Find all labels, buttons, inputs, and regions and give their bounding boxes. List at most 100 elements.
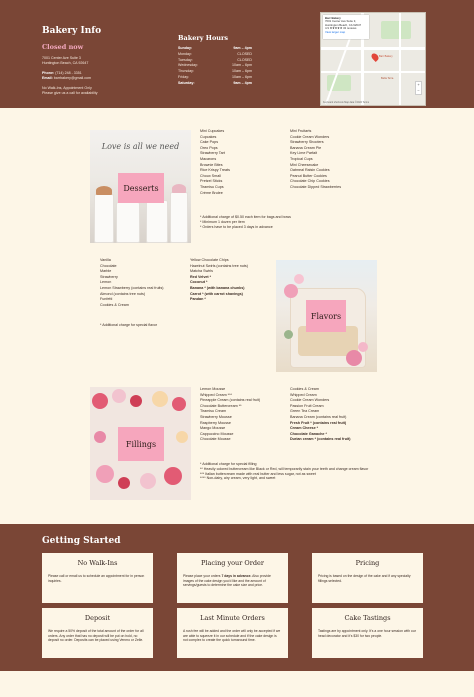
card-body: Tastings are by appointment only. It's a… xyxy=(318,629,416,638)
address-line-2: Huntington Beach, CA 92647 xyxy=(42,61,89,65)
desserts-label: Desserts xyxy=(123,183,159,193)
card-body: Please call or email us to schedule an a… xyxy=(48,574,145,583)
info-card-pricing: Pricing Pricing is based on the design o… xyxy=(312,553,423,603)
hours-time: 9am – 4pm xyxy=(233,80,252,85)
card-title: Pricing xyxy=(355,559,380,567)
flavor-rose xyxy=(358,342,368,352)
filling-rose xyxy=(140,473,156,489)
card-title: Last Minute Orders xyxy=(200,614,265,622)
filling-strawberry xyxy=(92,393,108,409)
card-title: Deposit xyxy=(84,614,111,622)
flavor-rose xyxy=(346,350,362,366)
card-title: Placing your Order xyxy=(201,559,264,567)
desserts-list-2: Mini Fruitarts Cookie Cream Wonders Stra… xyxy=(290,129,341,191)
flavor-leaf xyxy=(284,330,293,339)
info-card-placing-order: Placing your Order Please place your ord… xyxy=(177,553,288,603)
card-body: We require a 50% deposit of the total am… xyxy=(48,629,144,643)
flavors-note: * Additional charge for special flavor xyxy=(100,323,158,327)
dessert-item: Crème Brulee xyxy=(200,190,223,195)
flavor-rose xyxy=(284,284,298,298)
getting-started-section: Getting Started No Walk-Ins Please call … xyxy=(0,524,474,671)
card-body: Pricing is based on the design of the ca… xyxy=(318,574,411,583)
map-zoom-control[interactable]: + − xyxy=(415,81,422,95)
fillings-label-box: Fillings xyxy=(118,427,164,461)
hours-day: Saturday: xyxy=(178,80,195,85)
flavors-label-box: Flavors xyxy=(306,300,346,332)
dessert-pillar xyxy=(94,194,114,243)
dessert-item: Chocolate Dipped Strawberries xyxy=(290,184,342,189)
map-footer: Keyboard shortcuts Map data ©2024 Terms xyxy=(323,101,370,104)
filling-item: Pineapple Cream (contains real fruit) xyxy=(200,398,261,403)
desserts-photo: Love is all we need Desserts xyxy=(90,130,191,243)
email-line: Email: barrbakery@gmail.com xyxy=(42,76,172,81)
desserts-note: * Orders have to be placed 3 days in adv… xyxy=(200,224,273,229)
card-title: No Walk-Ins xyxy=(77,559,118,567)
desserts-notes: * Additional charge of $0.50 each item f… xyxy=(200,215,291,229)
flavor-item: Cookies & Cream xyxy=(100,302,129,307)
card-title: Cake Tastings xyxy=(344,614,391,622)
filling-rose xyxy=(112,389,126,403)
map-park xyxy=(381,21,411,39)
flavors-list-1: Vanilla Chocolate Marble Strawberry Lemo… xyxy=(100,258,164,308)
filling-macaron xyxy=(152,391,168,407)
flavor-item: Lemon Strawberry (contains real fruits) xyxy=(100,285,164,290)
filling-macaron xyxy=(176,431,188,443)
fillings-note: **** Non-dairy, airy cream, very light, … xyxy=(200,476,276,481)
dessert-treat xyxy=(172,184,186,193)
fillings-note: ** Heavily colored buttercream like Blac… xyxy=(200,466,369,471)
view-larger-map-link[interactable]: View larger map xyxy=(325,30,367,34)
filling-strawberry xyxy=(164,467,182,485)
email-label: Email: xyxy=(42,76,53,80)
info-card-no-walk-ins: No Walk-Ins Please call or email us to s… xyxy=(42,553,153,603)
map-road xyxy=(399,13,401,105)
flavors-photo: Flavors xyxy=(276,260,377,372)
dessert-pillar xyxy=(170,192,188,243)
dessert-treat xyxy=(96,186,112,195)
getting-started-title: Getting Started xyxy=(42,536,121,546)
fillings-label: Fillings xyxy=(125,439,157,449)
map-poi-label: Bella Terra xyxy=(381,77,394,80)
desserts-list-1: Mini Cupcakes Cupcakes Cake Pops Oreo Po… xyxy=(200,129,230,196)
filling-rose xyxy=(94,431,106,443)
bakery-info-title: Bakery Info xyxy=(42,26,102,36)
email-address[interactable]: barrbakery@gmail.com xyxy=(54,76,91,80)
flavor-item: Pandan * xyxy=(190,297,206,302)
filling-item: Chocolate Mousse xyxy=(200,437,231,442)
filling-strawberry xyxy=(172,397,186,411)
open-status: Closed now xyxy=(42,43,84,51)
desserts-label-box: Desserts xyxy=(118,173,164,203)
appointment-note-2: Please give us a call for availability xyxy=(42,91,98,95)
dessert-pillar xyxy=(116,202,140,243)
flavor-item: Banana * (with banana chunks) xyxy=(190,285,245,290)
flavors-list-2: Yellow Chocolate Chips Hazelnut Swirls (… xyxy=(190,258,248,303)
fillings-photo: Fillings xyxy=(90,387,191,500)
phone-number[interactable]: (714) 248 - 3351 xyxy=(55,71,82,75)
filling-item: Durian cream * (contains real fruit) xyxy=(290,437,351,442)
dessert-item: Rice Krispy Treats xyxy=(200,168,230,173)
fillings-list-1: Lemon Mousse Whipped Cream *** Pineapple… xyxy=(200,387,260,443)
info-card-deposit: Deposit We require a 50% deposit of the … xyxy=(42,608,153,658)
card-body: Please place your orders 7 days in advan… xyxy=(183,574,282,588)
card-body-emphasis: 7 days in advance. xyxy=(221,574,252,578)
dessert-pillar xyxy=(146,200,168,243)
phone-label: Phone: xyxy=(42,71,55,75)
bakery-hours: Bakery Hours Sunday: 9am – 4pm Monday: CLO… xyxy=(178,34,252,87)
filling-rose xyxy=(96,465,114,483)
filling-strawberry xyxy=(118,477,130,489)
filling-item: Banana Cream (contains real fruit) xyxy=(290,414,347,419)
info-card-cake-tastings: Cake Tastings Tastings are by appointmen… xyxy=(312,608,423,658)
flavor-rose xyxy=(294,274,304,284)
map-pin-label: Barr Bakery xyxy=(379,55,393,58)
bakery-hours-title: Bakery Hours xyxy=(178,34,229,42)
map-info-card: Barr Bakery 7001 Center Ave Suite 3, Hun… xyxy=(323,15,369,39)
fillings-notes: * Additional charge for special filling … xyxy=(200,462,368,481)
location-map[interactable]: Barr Bakery 7001 Center Ave Suite 3, Hun… xyxy=(320,12,426,106)
filling-strawberry xyxy=(130,395,142,407)
fillings-list-2: Cookies & Cream Whipped Cream Cookie Cre… xyxy=(290,387,350,443)
hours-row: Saturday: 9am – 4pm xyxy=(178,81,252,87)
map-road xyxy=(321,47,425,50)
decor-script-text: Love is all we need xyxy=(101,142,180,151)
card-body-text: Please place your orders xyxy=(183,574,222,578)
bakery-info: Bakery Info Closed now 7001 Center Ave S… xyxy=(42,26,172,96)
bakery-info-header: Bakery Info Closed now 7001 Center Ave S… xyxy=(0,0,474,108)
